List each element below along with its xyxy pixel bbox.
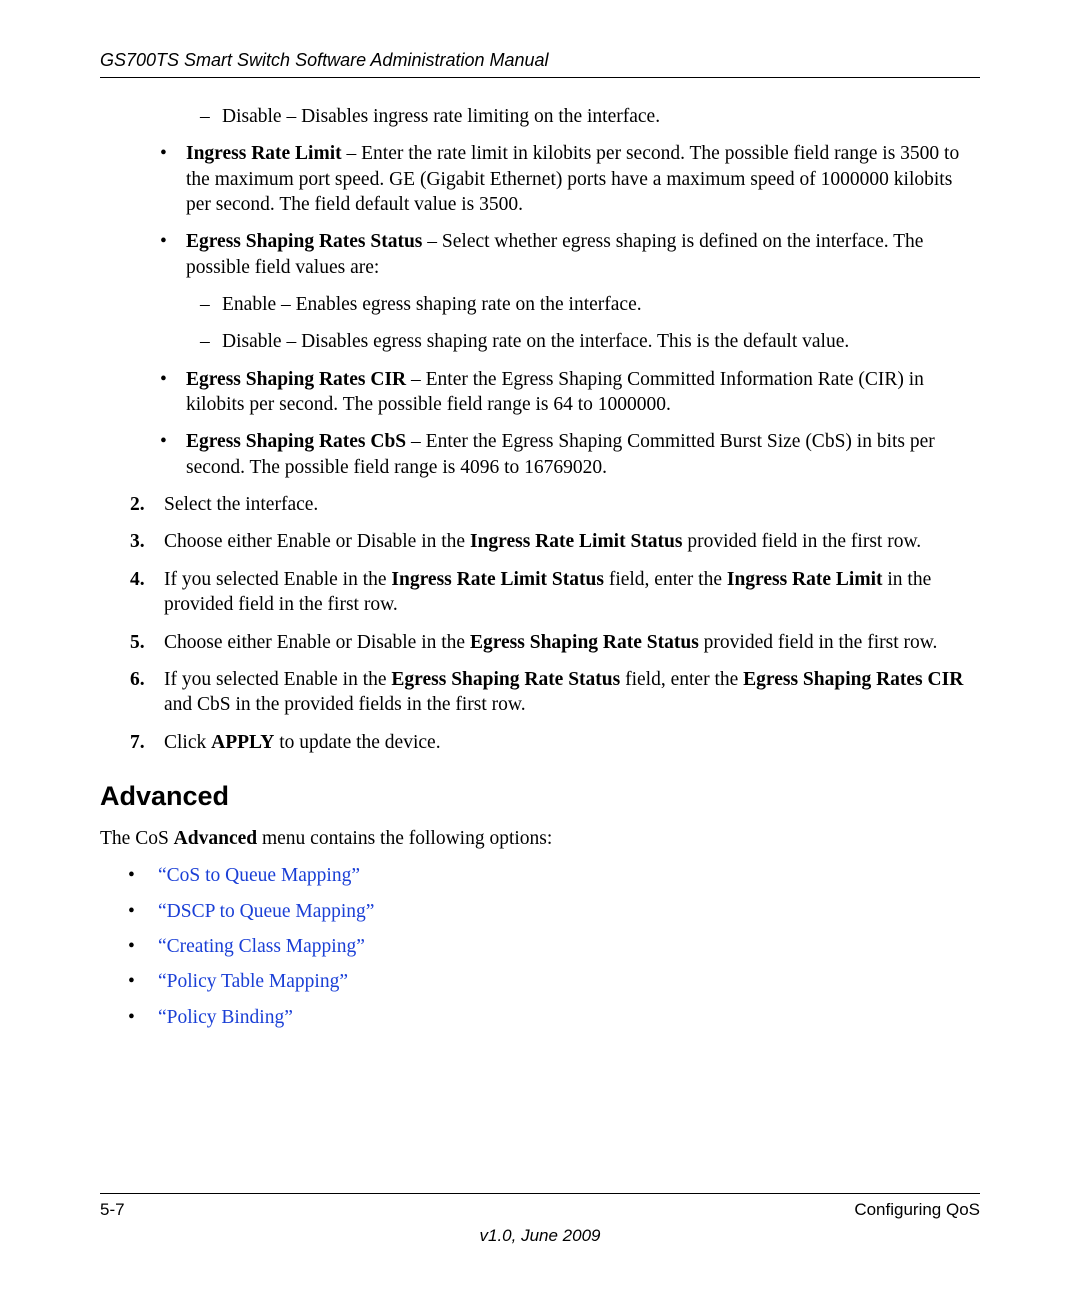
step-number: 2. — [130, 492, 164, 517]
step-4: 4.If you selected Enable in the Ingress … — [130, 567, 980, 618]
step-number: 5. — [130, 630, 164, 655]
page-header: GS700TS Smart Switch Software Administra… — [100, 50, 980, 78]
step-number: 4. — [130, 567, 164, 592]
bullet-egress-shaping-status: Egress Shaping Rates Status – Select whe… — [160, 229, 980, 280]
link-item-cos-queue: •“CoS to Queue Mapping” — [128, 863, 980, 888]
advanced-intro: The CoS Advanced menu contains the follo… — [100, 826, 980, 851]
label: Ingress Rate Limit — [186, 143, 342, 164]
bullet-egress-cbs: Egress Shaping Rates CbS – Enter the Egr… — [160, 429, 980, 480]
link-item-policy-table: •“Policy Table Mapping” — [128, 969, 980, 994]
footer-page-number: 5-7 — [100, 1200, 125, 1220]
text: Click — [164, 732, 211, 753]
text: Choose either Enable or Disable in the — [164, 531, 470, 552]
step-7: 7.Click APPLY to update the device. — [130, 730, 980, 755]
text: field, enter the — [604, 569, 727, 590]
bullet-ingress-rate-limit: Ingress Rate Limit – Enter the rate limi… — [160, 141, 980, 217]
bullet-egress-cir: Egress Shaping Rates CIR – Enter the Egr… — [160, 367, 980, 418]
text: Disable – Disables ingress rate limiting… — [222, 106, 660, 127]
link-cos-to-queue[interactable]: “CoS to Queue Mapping” — [158, 865, 360, 886]
text: Enable – Enables egress shaping rate on … — [222, 294, 642, 315]
text: Select the interface. — [164, 494, 318, 515]
footer-version: v1.0, June 2009 — [100, 1226, 980, 1246]
bold: Ingress Rate Limit — [727, 569, 883, 590]
text: menu contains the following options: — [257, 828, 552, 849]
step-2: 2.Select the interface. — [130, 492, 980, 517]
text: Choose either Enable or Disable in the — [164, 632, 470, 653]
text: provided field in the first row. — [683, 531, 922, 552]
bold: APPLY — [211, 732, 274, 753]
step-3: 3.Choose either Enable or Disable in the… — [130, 529, 980, 554]
sub-item-disable-egress: –Disable – Disables egress shaping rate … — [200, 329, 980, 354]
link-item-class-mapping: •“Creating Class Mapping” — [128, 934, 980, 959]
bold: Advanced — [174, 828, 257, 849]
bold: Ingress Rate Limit Status — [470, 531, 683, 552]
step-5: 5.Choose either Enable or Disable in the… — [130, 630, 980, 655]
page-footer: 5-7 Configuring QoS v1.0, June 2009 — [100, 1193, 980, 1246]
text: The CoS — [100, 828, 174, 849]
step-number: 7. — [130, 730, 164, 755]
text: If you selected Enable in the — [164, 569, 391, 590]
page-content: –Disable – Disables ingress rate limitin… — [100, 104, 980, 1030]
text: provided field in the first row. — [699, 632, 938, 653]
sub-item-enable-egress: –Enable – Enables egress shaping rate on… — [200, 292, 980, 317]
bold: Ingress Rate Limit Status — [391, 569, 604, 590]
text: Disable – Disables egress shaping rate o… — [222, 331, 849, 352]
label: Egress Shaping Rates CIR — [186, 369, 406, 390]
page: GS700TS Smart Switch Software Administra… — [0, 0, 1080, 1296]
section-title-advanced: Advanced — [100, 779, 980, 814]
link-policy-table-mapping[interactable]: “Policy Table Mapping” — [158, 971, 348, 992]
link-dscp-to-queue[interactable]: “DSCP to Queue Mapping” — [158, 901, 374, 922]
bold: Egress Shaping Rate Status — [391, 669, 620, 690]
link-item-dscp-queue: •“DSCP to Queue Mapping” — [128, 899, 980, 924]
text: field, enter the — [620, 669, 743, 690]
text: and CbS in the provided fields in the fi… — [164, 694, 526, 715]
step-number: 3. — [130, 529, 164, 554]
link-creating-class-mapping[interactable]: “Creating Class Mapping” — [158, 936, 365, 957]
link-policy-binding[interactable]: “Policy Binding” — [158, 1007, 293, 1028]
footer-section-title: Configuring QoS — [854, 1200, 980, 1220]
text: to update the device. — [274, 732, 440, 753]
step-number: 6. — [130, 667, 164, 692]
step-6: 6.If you selected Enable in the Egress S… — [130, 667, 980, 718]
label: Egress Shaping Rates Status — [186, 231, 422, 252]
advanced-link-list: •“CoS to Queue Mapping” •“DSCP to Queue … — [128, 863, 980, 1030]
bold: Egress Shaping Rate Status — [470, 632, 699, 653]
text: If you selected Enable in the — [164, 669, 391, 690]
sub-item-disable-ingress: –Disable – Disables ingress rate limitin… — [200, 104, 980, 129]
label: Egress Shaping Rates CbS — [186, 431, 406, 452]
link-item-policy-binding: •“Policy Binding” — [128, 1005, 980, 1030]
bold: Egress Shaping Rates CIR — [743, 669, 963, 690]
